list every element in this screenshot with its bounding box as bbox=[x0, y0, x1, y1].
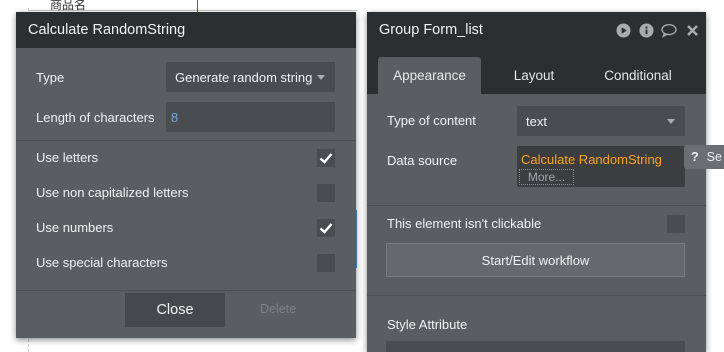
divider bbox=[367, 295, 706, 296]
close-icon[interactable] bbox=[684, 22, 700, 38]
tab-label: Layout bbox=[513, 68, 555, 83]
type-of-content-dropdown[interactable]: text bbox=[517, 106, 685, 136]
type-dropdown-value: Generate random string bbox=[175, 69, 313, 85]
length-label: Length of characters bbox=[36, 110, 155, 125]
group-form-list-panel: Group Form_list Appearance Layout Condit… bbox=[367, 12, 706, 352]
info-icon[interactable] bbox=[638, 22, 654, 38]
question-icon: ? bbox=[691, 150, 699, 164]
tab-label: Conditional bbox=[604, 68, 672, 83]
tab-layout[interactable]: Layout bbox=[485, 57, 583, 94]
option-label: Use non capitalized letters bbox=[36, 185, 189, 200]
data-source-label: Data source bbox=[387, 153, 458, 168]
play-icon[interactable] bbox=[615, 22, 631, 38]
data-source-editor[interactable]: Calculate RandomString More... bbox=[517, 146, 685, 187]
use-letters-checkbox[interactable] bbox=[317, 149, 335, 167]
length-input-value: 8 bbox=[171, 109, 179, 125]
type-label: Type bbox=[36, 70, 65, 85]
not-clickable-checkbox[interactable] bbox=[667, 215, 685, 233]
tab-appearance[interactable]: Appearance bbox=[378, 57, 481, 94]
divider bbox=[367, 205, 706, 206]
help-tab-label: Se bbox=[706, 150, 722, 164]
type-of-content-value: text bbox=[526, 113, 547, 129]
checkmark-icon bbox=[319, 223, 333, 234]
tab-label: Appearance bbox=[393, 68, 466, 83]
canvas-table: 商品名 bbox=[28, 0, 198, 12]
checkmark-icon bbox=[319, 153, 333, 164]
option-label: Use letters bbox=[36, 150, 99, 165]
delete-button[interactable]: Delete bbox=[260, 302, 296, 316]
data-source-expression[interactable]: Calculate RandomString bbox=[521, 152, 662, 167]
calculate-randomstring-panel: Calculate RandomString Type Generate ran… bbox=[16, 12, 356, 338]
tab-bar: Appearance Layout Conditional bbox=[367, 48, 706, 94]
style-attribute-label: Style Attribute bbox=[387, 317, 468, 332]
style-attribute-dropdown[interactable] bbox=[386, 341, 685, 352]
length-input[interactable]: 8 bbox=[166, 102, 335, 132]
type-of-content-label: Type of content bbox=[387, 113, 476, 128]
chevron-down-icon bbox=[667, 119, 675, 124]
tab-conditional[interactable]: Conditional bbox=[583, 57, 693, 94]
header-icons bbox=[615, 22, 700, 38]
panel-header[interactable]: Calculate RandomString bbox=[16, 12, 356, 48]
close-button[interactable]: Close bbox=[125, 293, 225, 327]
more-button[interactable]: More... bbox=[519, 169, 574, 185]
option-label: Use numbers bbox=[36, 220, 114, 235]
option-label: Use special characters bbox=[36, 255, 168, 270]
panel-title: Calculate RandomString bbox=[28, 22, 186, 38]
comment-icon[interactable] bbox=[661, 22, 677, 38]
help-tab[interactable]: ? Se bbox=[684, 145, 724, 169]
use-numbers-checkbox[interactable] bbox=[317, 219, 335, 237]
chevron-down-icon bbox=[317, 75, 325, 80]
divider bbox=[16, 140, 356, 141]
use-non-capitalized-checkbox[interactable] bbox=[317, 184, 335, 202]
start-edit-workflow-button[interactable]: Start/Edit workflow bbox=[386, 243, 685, 277]
use-special-checkbox[interactable] bbox=[317, 254, 335, 272]
type-dropdown[interactable]: Generate random string bbox=[166, 62, 335, 92]
panel-title: Group Form_list bbox=[379, 22, 483, 38]
not-clickable-label: This element isn't clickable bbox=[387, 216, 542, 231]
